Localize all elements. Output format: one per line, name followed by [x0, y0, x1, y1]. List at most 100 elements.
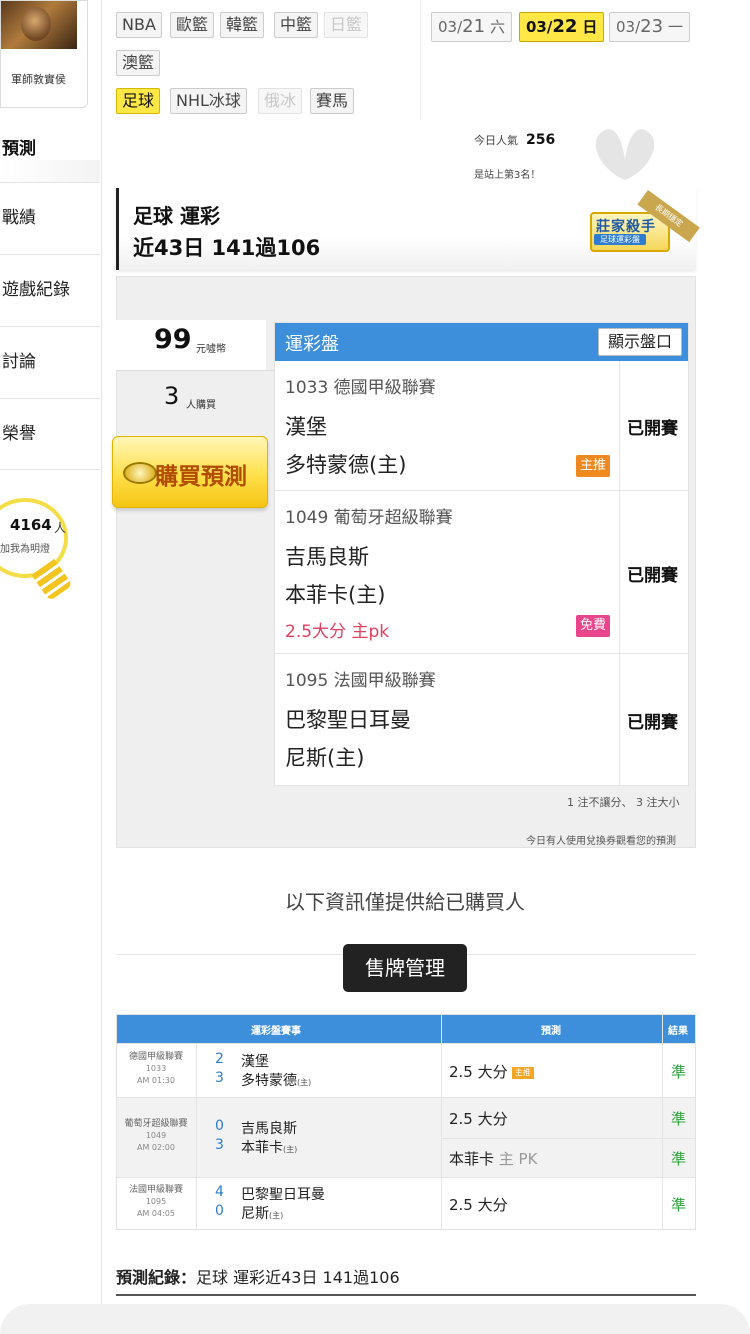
home-marker: (主): [269, 1211, 284, 1220]
game-tag: 免費: [575, 615, 610, 637]
game-team-home: 多特蒙德(主): [285, 453, 407, 477]
category-5[interactable]: 澳籃: [116, 50, 161, 76]
team-home: 本菲卡(主): [241, 1137, 297, 1157]
result-cell: 準: [671, 1063, 687, 1081]
buy-prediction-button[interactable]: 購買預測: [112, 436, 268, 508]
category-0[interactable]: NBA: [116, 12, 162, 38]
record-label: 預測紀錄：: [116, 1268, 197, 1287]
category-4: 日籃: [324, 12, 369, 38]
left-sidebar: 軍師敦實侯 預測 戰績 遊戲紀錄 討論 榮譽 4164 人 加我為明燈: [0, 0, 102, 1334]
prediction-muted: 主 PK: [494, 1150, 538, 1168]
join-lamp-link[interactable]: 加我為明燈: [0, 540, 50, 555]
game-code: 1049: [145, 1131, 167, 1140]
buyers-only-notice: 以下資訊僅提供給已購買人: [285, 890, 525, 914]
category-9[interactable]: 賽馬: [310, 88, 355, 114]
section-title-predictions[interactable]: 預測: [2, 134, 36, 159]
column-divider: [196, 1043, 197, 1229]
team-home-name: 多特蒙德: [241, 1073, 297, 1089]
nav-item-record[interactable]: 戰績: [0, 182, 100, 254]
left-nav: 戰績 遊戲紀錄 討論 榮譽: [0, 182, 100, 470]
prediction-text: 2.5 大分: [449, 1196, 508, 1214]
prediction-text: 2.5 大分: [449, 1063, 508, 1081]
score-home: 3: [215, 1137, 224, 1153]
fans-unit: 人: [54, 521, 67, 535]
pick-summary: 1 注不讓分、 3 注大小: [567, 796, 680, 809]
row-league: 法國甲級聯賽 1095 AM 04:05: [117, 1184, 195, 1220]
buy-prediction-label: 購買預測: [155, 464, 247, 490]
result-cell: 準: [671, 1196, 687, 1214]
game-team-home: 尼斯(主): [285, 746, 365, 770]
date-prefix: 03/: [526, 18, 553, 36]
game-time: AM 01:30: [137, 1076, 175, 1085]
show-odds-button[interactable]: 顯示盤口: [597, 328, 682, 356]
record-text: 足球 運彩近43日 141過106: [196, 1268, 400, 1287]
team-away: 巴黎聖日耳曼: [241, 1187, 325, 1203]
game-team-away: 漢堡: [285, 415, 327, 439]
buyers-count: 3: [164, 382, 180, 410]
prediction-cell: 本菲卡 主 PK: [449, 1148, 537, 1169]
date-2[interactable]: 03/23 一: [609, 12, 691, 42]
profile-name: 軍師敦實侯: [11, 73, 66, 86]
date-0[interactable]: 03/21 六: [431, 12, 513, 42]
section-divider: [0, 160, 100, 182]
date-weekday: 日: [582, 18, 598, 36]
plate-header: 運彩盤 顯示盤口: [275, 323, 688, 361]
profile-card[interactable]: 軍師敦實侯: [0, 0, 88, 108]
nav-item-honor[interactable]: 榮譽: [0, 398, 100, 470]
result-cell: 準: [671, 1150, 687, 1168]
popularity-label: 今日人氣: [474, 134, 518, 147]
sports-lottery-plate: 運彩盤 顯示盤口 1033 德國甲級聯賽 漢堡 多特蒙德(主) 主推 已開賽 1049 葡…: [274, 322, 689, 786]
rank-text: 是站上第3名！: [474, 170, 541, 181]
category-6[interactable]: 足球: [116, 88, 161, 114]
team-away: 漢堡: [241, 1054, 269, 1070]
category-1[interactable]: 歐籃: [170, 12, 215, 38]
game-league: 1049 葡萄牙超級聯賽: [285, 508, 453, 528]
game-team-away: 巴黎聖日耳曼: [285, 708, 411, 732]
row-league: 葡萄牙超級聯賽 1049 AM 02:00: [117, 1118, 195, 1154]
price-value: 99: [154, 324, 192, 355]
game-team-home: 本菲卡(主): [285, 583, 386, 607]
score-home: 0: [215, 1203, 224, 1219]
voucher-note: 今日有人使用兌換券觀看您的預測: [526, 836, 676, 847]
team-home: 尼斯(主): [241, 1203, 283, 1223]
prediction-text: 2.5 大分: [449, 1110, 508, 1128]
category-7[interactable]: NHL冰球: [170, 88, 247, 114]
category-8: 俄冰: [258, 88, 303, 114]
avatar[interactable]: [1, 1, 77, 49]
row-league: 德國甲級聯賽 1033 AM 01:30: [117, 1051, 195, 1087]
table-header: 運彩盤賽事 預測 結果: [117, 1015, 695, 1043]
date-1[interactable]: 03/22 日: [519, 12, 605, 42]
league-name: 德國甲級聯賽: [128, 1052, 183, 1062]
prediction-cell: 2.5 大分: [449, 1194, 508, 1215]
score-away: 0: [215, 1118, 224, 1134]
score-home: 3: [215, 1070, 224, 1086]
date-selector: 03/21 六 03/22 日 03/23 一: [420, 0, 710, 120]
team-away: 吉馬良斯: [241, 1121, 297, 1137]
team-home-name: 本菲卡: [241, 1140, 283, 1156]
header-result: 結果: [668, 1026, 688, 1037]
game-code: 1033: [145, 1064, 167, 1073]
sell-management-button[interactable]: 售牌管理: [343, 944, 467, 992]
nav-item-discussion[interactable]: 討論: [0, 326, 100, 398]
category-2[interactable]: 韓籃: [220, 12, 265, 38]
game-time: AM 02:00: [137, 1143, 175, 1152]
game-status: 已開賽: [627, 419, 678, 439]
title-record: 近43日 141過106: [133, 236, 321, 260]
game-status: 已開賽: [627, 713, 678, 733]
game-row: 1095 法國甲級聯賽巴黎聖日耳曼 尼斯(主) 已開賽: [275, 654, 688, 786]
date-prefix: 03/: [616, 18, 641, 36]
category-3[interactable]: 中籃: [274, 12, 319, 38]
fans-lamp[interactable]: 4164 人 加我為明燈: [0, 498, 78, 608]
coin-icon: [123, 462, 157, 484]
header-prediction: 預測: [541, 1026, 561, 1037]
bottom-toolbar[interactable]: [0, 1304, 750, 1334]
game-tag: 主推: [575, 455, 610, 477]
home-marker: (主): [283, 1145, 298, 1154]
date-day: 22: [552, 16, 578, 37]
score-away: 2: [215, 1051, 224, 1067]
prediction-cell: 2.5 大分: [449, 1108, 508, 1129]
nav-item-game-log[interactable]: 遊戲紀錄: [0, 254, 100, 326]
game-league: 1095 法國甲級聯賽: [285, 671, 436, 691]
title-sport: 足球 運彩: [133, 204, 220, 228]
game-row: 1049 葡萄牙超級聯賽 吉馬良斯 本菲卡(主) 2.5大分 主pk 免費 已開賽: [275, 491, 688, 654]
